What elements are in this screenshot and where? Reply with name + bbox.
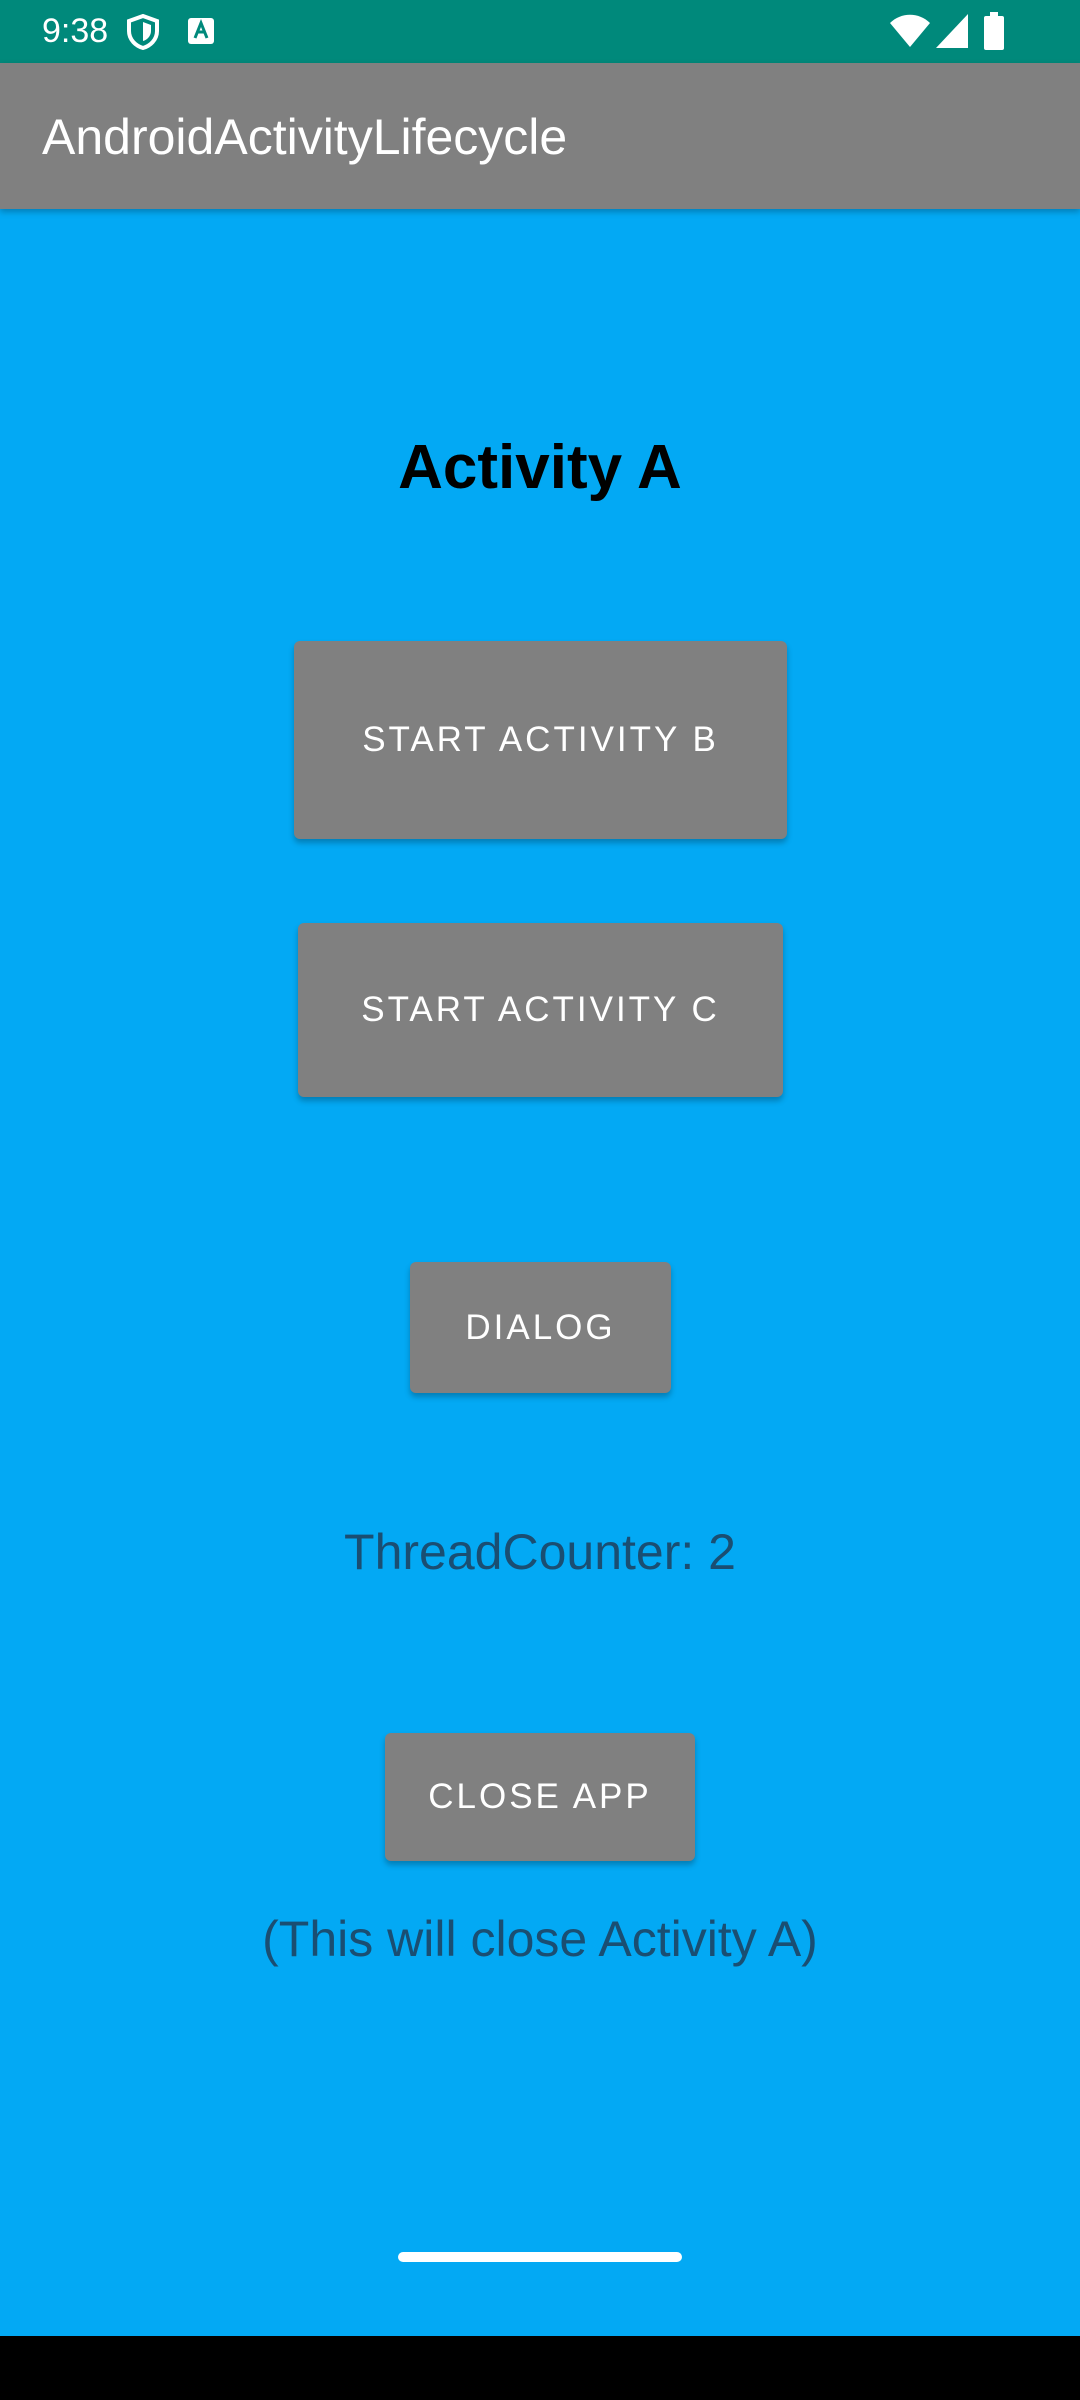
start-activity-b-label: START ACTIVITY B (362, 720, 719, 759)
close-app-label: CLOSE APP (428, 1777, 652, 1816)
wifi-icon (890, 14, 930, 53)
start-activity-c-button[interactable]: START ACTIVITY C (298, 923, 783, 1097)
gesture-handle-icon[interactable] (398, 2252, 682, 2262)
dialog-label: DIALOG (465, 1307, 616, 1347)
close-app-button[interactable]: CLOSE APP (385, 1733, 695, 1861)
start-activity-c-label: START ACTIVITY C (361, 990, 720, 1029)
start-activity-b-button[interactable]: START ACTIVITY B (294, 641, 787, 839)
text-a-icon (188, 18, 214, 49)
close-app-note: (This will close Activity A) (262, 1911, 818, 1967)
navigation-bar (0, 2336, 1080, 2400)
app-title: AndroidActivityLifecycle (42, 109, 568, 165)
thread-counter: ThreadCounter: 2 (344, 1524, 736, 1580)
signal-icon (936, 14, 968, 53)
dialog-button[interactable]: DIALOG (410, 1262, 671, 1393)
activity-heading: Activity A (398, 433, 682, 502)
battery-icon (984, 12, 1004, 55)
screen: 9:38 AndroidActivityLifecycle Activity A… (0, 0, 1080, 2400)
status-bar: 9:38 (0, 0, 1080, 63)
shield-icon (126, 13, 160, 55)
status-time: 9:38 (42, 12, 109, 50)
app-bar: AndroidActivityLifecycle (0, 63, 1080, 209)
